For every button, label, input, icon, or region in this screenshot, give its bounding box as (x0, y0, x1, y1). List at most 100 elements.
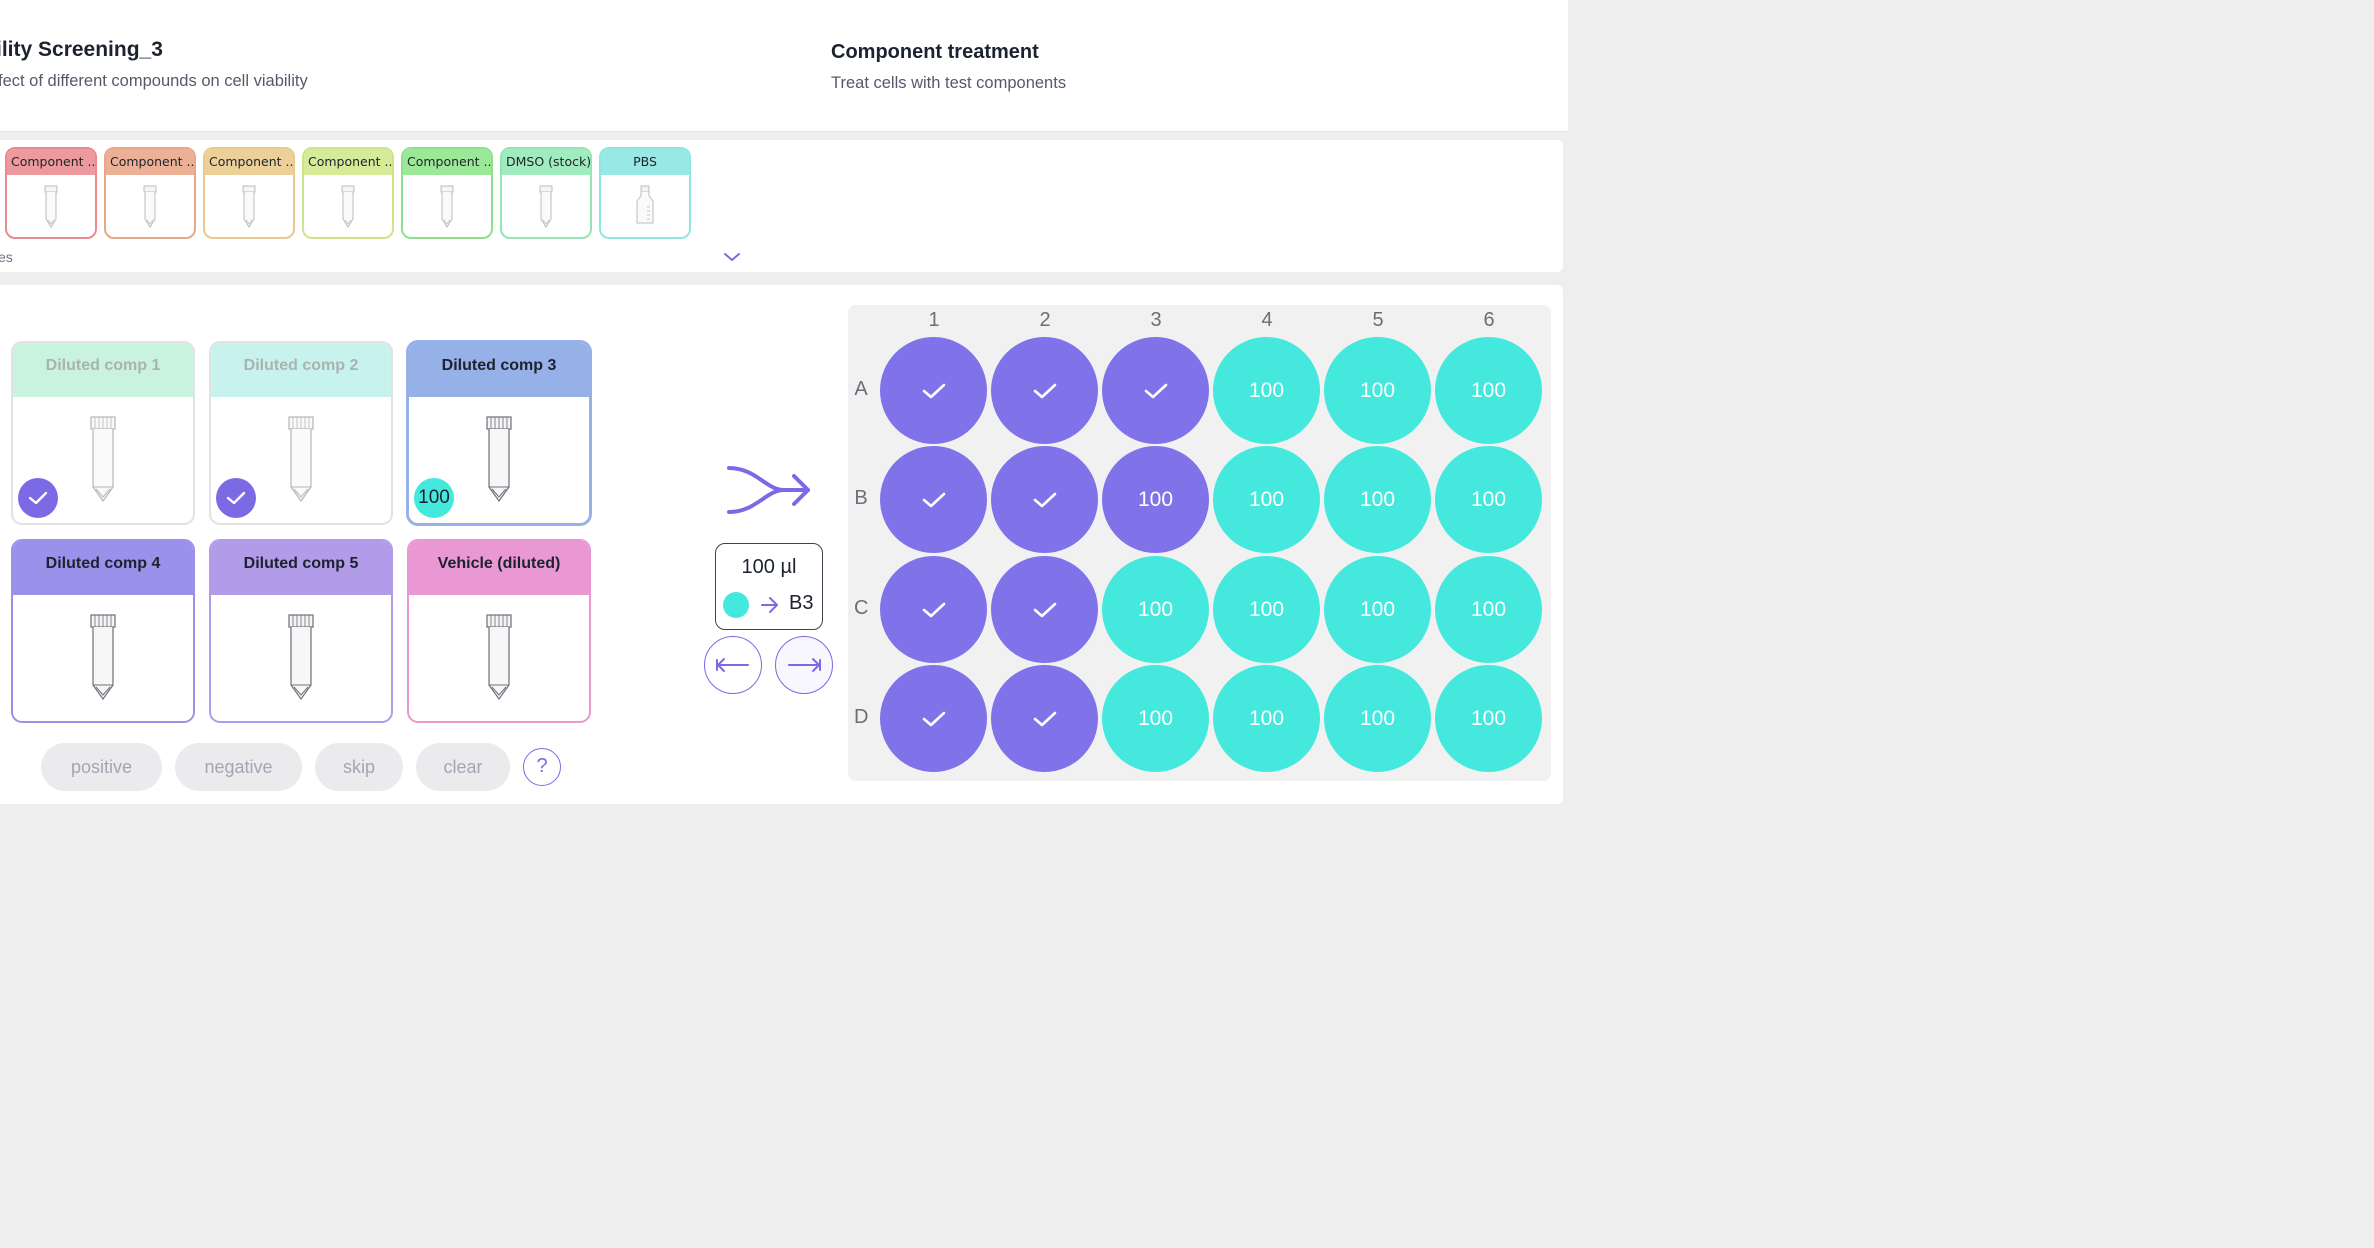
experiment-title: ility Screening_3 (0, 38, 163, 61)
stock-tile-label: Component ... (205, 149, 293, 175)
tube-icon (89, 415, 117, 510)
chevron-down-icon[interactable] (722, 250, 742, 269)
well-D5[interactable]: 100 (1324, 665, 1431, 772)
well-A2[interactable] (991, 337, 1098, 444)
merge-arrow-icon (726, 463, 812, 522)
stock-tile-label: Component ... (304, 149, 392, 175)
dilution-card[interactable]: Diluted comp 1 (11, 341, 195, 525)
well-B2[interactable] (991, 446, 1098, 553)
step-title: Component treatment (831, 41, 1039, 63)
well-C4[interactable]: 100 (1213, 556, 1320, 663)
tube-icon (287, 415, 315, 510)
well-C2[interactable] (991, 556, 1098, 663)
header: ility Screening_3 fect of different comp… (0, 0, 1568, 132)
stock-tile-label: Component ... (403, 149, 491, 175)
well-A1[interactable] (880, 337, 987, 444)
transfer-volume: 100 µl (741, 556, 797, 578)
work-panel: Diluted comp 1 Diluted comp 2 Diluted comp… (0, 285, 1563, 804)
step-subtitle: Treat cells with test components (831, 74, 1067, 92)
check-icon (1033, 383, 1056, 398)
negative-button[interactable]: negative (175, 743, 302, 791)
well-B3[interactable]: 100 (1102, 446, 1209, 553)
well-C1[interactable] (880, 556, 987, 663)
column-label: 5 (1372, 309, 1384, 331)
clear-button[interactable]: clear (416, 743, 510, 791)
well-plate: 1 2 3 4 5 6 A 100 100 100 B 100 100 100 100 C 100 100 100 1… (848, 305, 1551, 781)
well-B6[interactable]: 100 (1435, 446, 1542, 553)
row-label: B (854, 487, 868, 509)
well-D1[interactable] (880, 665, 987, 772)
check-icon (922, 602, 945, 617)
dilution-card-label: Diluted comp 4 (13, 541, 193, 595)
stock-tile[interactable]: DMSO (stock) (500, 147, 592, 239)
check-icon (1033, 492, 1056, 507)
well-B5[interactable]: 100 (1324, 446, 1431, 553)
transfer-summary: 100 µl B3 (715, 543, 823, 630)
well-A4[interactable]: 100 (1213, 337, 1320, 444)
well-B1[interactable] (880, 446, 987, 553)
dilution-card-label: Diluted comp 2 (211, 343, 391, 397)
amount-badge: 100 (414, 478, 454, 518)
tube-icon (242, 185, 256, 234)
arrow-right-icon (760, 594, 780, 621)
dilution-card-label: Diluted comp 5 (211, 541, 391, 595)
column-label: 3 (1150, 309, 1162, 331)
check-icon (216, 478, 256, 518)
dilution-card[interactable]: Vehicle (diluted) (407, 539, 591, 723)
stock-tile-label: PBS (601, 149, 689, 175)
arrow-right-bar-icon (788, 658, 821, 672)
skip-button[interactable]: skip (315, 743, 403, 791)
positive-button[interactable]: positive (41, 743, 162, 791)
well-D4[interactable]: 100 (1213, 665, 1320, 772)
well-C3[interactable]: 100 (1102, 556, 1209, 663)
well-A5[interactable]: 100 (1324, 337, 1431, 444)
check-icon (922, 383, 945, 398)
well-D2[interactable] (991, 665, 1098, 772)
dilution-card[interactable]: Diluted comp 3 100 (407, 341, 591, 525)
dilution-card-label: Vehicle (diluted) (409, 541, 589, 595)
row-label: A (854, 378, 868, 400)
check-icon (1033, 711, 1056, 726)
dilution-card-label: Diluted comp 1 (13, 343, 193, 397)
well-A6[interactable]: 100 (1435, 337, 1542, 444)
well-D3[interactable]: 100 (1102, 665, 1209, 772)
tube-icon (485, 415, 513, 510)
arrow-left-bar-icon (716, 658, 749, 672)
stock-tile-label: Component ... (7, 149, 95, 175)
column-label: 1 (928, 309, 940, 331)
check-icon (922, 711, 945, 726)
well-C6[interactable]: 100 (1435, 556, 1542, 663)
well-B4[interactable]: 100 (1213, 446, 1320, 553)
well-C5[interactable]: 100 (1324, 556, 1431, 663)
stock-tile[interactable]: PBS (599, 147, 691, 239)
tube-icon (89, 613, 117, 708)
bottle-icon (635, 185, 655, 230)
check-icon (922, 492, 945, 507)
stock-tile[interactable]: Component ... (5, 147, 97, 239)
stock-tile[interactable]: Component ... (104, 147, 196, 239)
dilution-card[interactable]: Diluted comp 5 (209, 539, 393, 723)
dilution-card[interactable]: Diluted comp 2 (209, 341, 393, 525)
previous-well-button[interactable] (704, 636, 762, 694)
dilution-card-label: Diluted comp 3 (409, 343, 589, 397)
well-D6[interactable]: 100 (1435, 665, 1542, 772)
target-well: B3 (789, 592, 814, 614)
row-label: C (854, 597, 869, 619)
tube-icon (440, 185, 454, 234)
dilution-card[interactable]: Diluted comp 4 (11, 539, 195, 723)
column-label: 6 (1483, 309, 1495, 331)
next-well-button[interactable] (775, 636, 833, 694)
stock-solutions-panel: Component ... Component ... Component ... C… (0, 140, 1563, 272)
tube-icon (539, 185, 553, 234)
experiment-subtitle: fect of different compounds on cell viab… (0, 72, 308, 90)
tube-icon (287, 613, 315, 708)
tube-icon (485, 613, 513, 708)
stock-tile[interactable]: Component ... (302, 147, 394, 239)
row-label: D (854, 706, 869, 728)
well-A3[interactable] (1102, 337, 1209, 444)
help-button[interactable]: ? (523, 748, 561, 786)
stock-tile[interactable]: Component ... (203, 147, 295, 239)
stock-tile-label: DMSO (stock) (502, 149, 590, 175)
stock-tile-label: Component ... (106, 149, 194, 175)
stock-tile[interactable]: Component ... (401, 147, 493, 239)
